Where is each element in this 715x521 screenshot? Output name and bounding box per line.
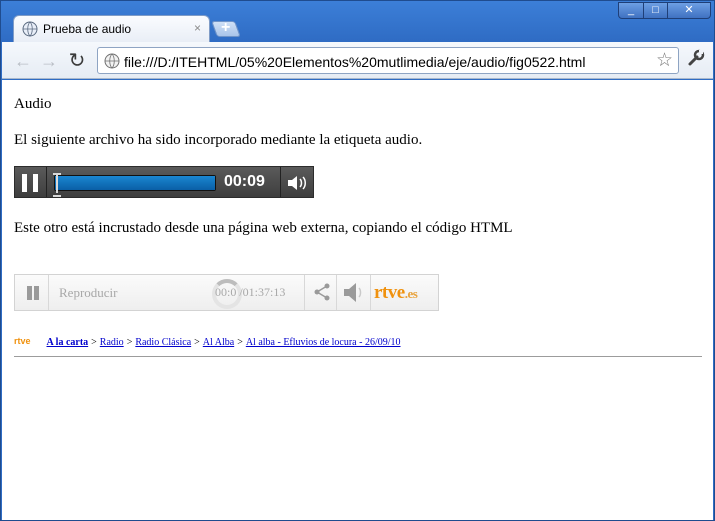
rtve-embedded-player: Reproducir 00:0 /01:37:13 rtve.es [14, 274, 439, 311]
page-globe-icon [104, 53, 120, 69]
seek-bar[interactable] [54, 175, 216, 191]
rtve-title: Reproducir [59, 285, 118, 300]
browser-window: Prueba de audio × + _ □ ✕ ← → ↻ file:///… [0, 0, 715, 521]
rtve-mini-logo: rtve [14, 336, 31, 346]
forward-arrow-icon[interactable]: → [38, 50, 60, 72]
wrench-menu-icon[interactable] [685, 49, 707, 71]
embed-paragraph: Este otro está incrustado desde una pági… [14, 220, 513, 236]
rtve-breadcrumb: rtve A la carta > Radio > Radio Clásica > Al A… [14, 336, 401, 348]
divider [46, 167, 47, 197]
browser-tab[interactable]: Prueba de audio × [13, 15, 210, 42]
intro-paragraph: El siguiente archivo ha sido incorporado… [14, 132, 423, 148]
page-heading: Audio [14, 96, 52, 112]
page-viewport: Audio El siguiente archivo ha sido incor… [2, 80, 713, 520]
volume-icon[interactable] [286, 173, 308, 193]
divider [280, 167, 281, 197]
share-glyph [314, 283, 330, 301]
share-icon[interactable] [304, 275, 337, 310]
speaker-glyph [344, 283, 362, 302]
seek-bar-progress [55, 176, 215, 190]
breadcrumb-separator: > [194, 337, 200, 348]
horizontal-rule [14, 356, 702, 357]
maximize-button[interactable]: □ [643, 2, 668, 19]
pause-icon[interactable] [22, 174, 40, 192]
tab-title: Prueba de audio [43, 22, 132, 36]
address-bar[interactable]: file:///D:/ITEHTML/05%20Elementos%20mutl… [97, 47, 679, 74]
breadcrumb-separator: > [91, 337, 97, 348]
minimize-button[interactable]: _ [618, 2, 644, 19]
browser-toolbar: ← → ↻ file:///D:/ITEHTML/05%20Elementos%… [2, 42, 713, 79]
breadcrumb-link-radio[interactable]: Radio [100, 337, 124, 348]
breadcrumb-separator: > [237, 337, 243, 348]
breadcrumb-link-episode[interactable]: Al alba - Efluvios de locura - 26/09/10 [246, 337, 401, 348]
breadcrumb-link-a-la-carta[interactable]: A la carta [47, 337, 89, 348]
bookmark-star-icon[interactable]: ☆ [656, 49, 673, 72]
title-bar: Prueba de audio × + _ □ ✕ [1, 1, 714, 42]
back-arrow-icon[interactable]: ← [12, 50, 34, 72]
seek-handle[interactable] [53, 171, 62, 197]
audio-player: 00:09 [14, 166, 314, 198]
tab-close-icon[interactable]: × [194, 21, 201, 35]
wrench-icon [688, 49, 705, 66]
plus-icon: + [221, 19, 231, 36]
breadcrumb-link-al-alba[interactable]: Al Alba [203, 337, 234, 348]
rtve-logo[interactable]: rtve.es [374, 282, 418, 304]
close-button[interactable]: ✕ [667, 2, 711, 19]
reload-icon[interactable]: ↻ [66, 50, 88, 72]
audio-time: 00:09 [224, 173, 265, 190]
rtve-pause-icon[interactable] [15, 275, 49, 310]
breadcrumb-separator: > [126, 337, 133, 348]
breadcrumb-link-radio-clasica[interactable]: Radio Clásica [135, 337, 191, 348]
globe-icon [22, 21, 38, 37]
rtve-volume-icon[interactable] [337, 275, 371, 310]
address-text: file:///D:/ITEHTML/05%20Elementos%20mutl… [124, 54, 586, 70]
rtve-time: 00:0 /01:37:13 [215, 285, 286, 299]
